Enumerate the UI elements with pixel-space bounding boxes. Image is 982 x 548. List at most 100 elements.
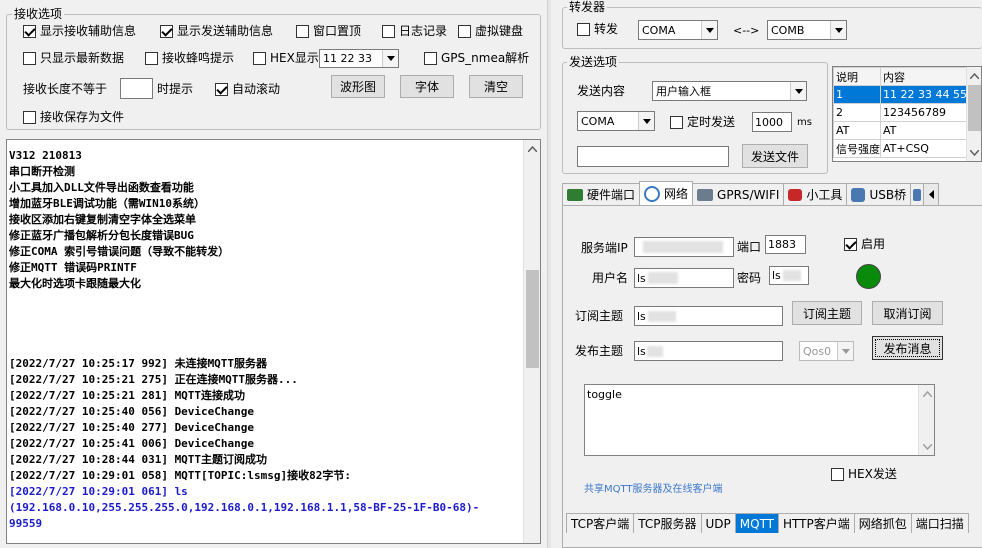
tab-more[interactable] xyxy=(910,183,925,205)
subscribe-button[interactable]: 订阅主题 xyxy=(792,301,862,325)
clear-button[interactable]: 清空 xyxy=(469,75,523,98)
chevron-left-icon xyxy=(929,190,935,199)
forwarder-legend: 转发器 xyxy=(567,0,608,14)
table-row[interactable]: 1 11 22 33 44 55 xyxy=(833,85,968,104)
pub-topic-input[interactable]: ls xyxy=(634,341,783,361)
log-line: 修正MQTT 错误码PRINTF xyxy=(9,261,137,274)
virtual-keyboard-checkbox[interactable]: 虚拟键盘 xyxy=(458,24,523,38)
password-input[interactable]: ls xyxy=(769,266,809,285)
wifi-icon xyxy=(697,188,714,201)
server-ip-input[interactable] xyxy=(634,237,734,257)
table-row[interactable]: AT AT xyxy=(833,121,968,140)
tab-port-scan[interactable]: 端口扫描 xyxy=(910,513,969,533)
redacted-value xyxy=(643,241,723,253)
forward-checkbox[interactable]: 转发 xyxy=(577,22,618,36)
chevron-down-icon xyxy=(830,21,846,39)
scroll-up-icon[interactable] xyxy=(919,385,935,402)
log-line: [2022/7/27 10:29:01 058] MQTT[TOPIC:lsms… xyxy=(9,469,352,482)
waveform-button[interactable]: 波形图 xyxy=(331,75,385,98)
scroll-down-icon[interactable] xyxy=(919,438,935,455)
gps-parse-checkbox[interactable]: GPS_nmea解析 xyxy=(424,51,529,65)
log-line: [2022/7/27 10:25:41 006] DeviceChange xyxy=(9,437,255,450)
pane-divider[interactable] xyxy=(547,0,551,548)
auto-scroll-checkbox[interactable]: 自动滚动 xyxy=(215,82,280,96)
redacted-value xyxy=(646,345,663,357)
tab-scroll-left[interactable] xyxy=(923,183,940,205)
scroll-down-icon[interactable] xyxy=(967,144,981,161)
shared-server-link[interactable]: 共享MQTT服务器及在线客户端 xyxy=(584,483,723,497)
log-line: 最大化时选项卡跟随最大化 xyxy=(9,277,141,290)
tab-tcp-server[interactable]: TCP服务器 xyxy=(633,513,702,533)
log-line: 修正蓝牙广播包解析分包长度错误BUG xyxy=(9,229,194,242)
qos-select[interactable]: Qos0 xyxy=(799,341,854,361)
rx-length-label: 接收长度不等于 xyxy=(23,82,108,96)
show-latest-only-checkbox[interactable]: 只显示最新数据 xyxy=(23,51,124,65)
send-file-button[interactable]: 发送文件 xyxy=(742,144,808,168)
tab-tcp-client[interactable]: TCP客户端 xyxy=(566,513,635,533)
log-line: [2022/7/27 10:28:44 031] MQTT主题订阅成功 xyxy=(9,453,268,466)
forward-right-port-select[interactable]: COMB xyxy=(767,20,847,40)
pub-topic-label: 发布主题 xyxy=(575,344,624,358)
message-textarea[interactable]: toggle xyxy=(584,384,935,456)
show-tx-info-checkbox[interactable]: 显示发送辅助信息 xyxy=(160,24,273,38)
scroll-up-icon[interactable] xyxy=(967,67,981,84)
send-file-path-input[interactable] xyxy=(577,146,729,167)
tab-usb-bridge[interactable]: USB桥 xyxy=(846,183,912,205)
tab-packet-capture[interactable]: 网络抓包 xyxy=(853,513,912,533)
tab-udp[interactable]: UDP xyxy=(700,513,736,533)
hex-format-select[interactable]: 11 22 33 xyxy=(319,49,399,68)
port-input[interactable]: 1883 xyxy=(765,235,806,254)
column-header-desc: 说明 xyxy=(833,67,881,86)
send-content-label: 发送内容 xyxy=(577,84,626,98)
table-scrollbar[interactable] xyxy=(966,67,981,161)
hex-send-checkbox[interactable]: HEX发送 xyxy=(831,467,897,481)
command-table[interactable]: 说明 内容 1 11 22 33 44 55 2 123456789 AT AT 信号… xyxy=(832,66,982,162)
send-port-select[interactable]: COMA xyxy=(577,111,655,131)
connection-status-indicator xyxy=(856,264,881,289)
tab-mqtt[interactable]: MQTT xyxy=(734,513,780,533)
show-rx-info-checkbox[interactable]: 显示接收辅助信息 xyxy=(23,24,136,38)
username-input[interactable]: ls xyxy=(634,268,734,288)
message-scrollbar[interactable] xyxy=(918,385,934,455)
log-line: [2022/7/27 10:25:17 992] 未连接MQTT服务器 xyxy=(9,357,268,370)
table-header: 说明 内容 xyxy=(833,67,968,86)
sub-topic-input[interactable]: ls xyxy=(634,306,783,326)
tab-http-client[interactable]: HTTP客户端 xyxy=(778,513,855,533)
tab-hardware-port[interactable]: 硬件端口 xyxy=(562,183,641,205)
hex-show-checkbox[interactable]: HEX显示 xyxy=(253,51,319,65)
scroll-thumb[interactable] xyxy=(526,270,539,368)
window-top-checkbox[interactable]: 窗口置顶 xyxy=(296,24,361,38)
log-line: [2022/7/27 10:29:01 061] ls xyxy=(9,485,188,498)
save-to-file-checkbox[interactable]: 接收保存为文件 xyxy=(23,110,124,124)
log-scrollbar[interactable] xyxy=(523,140,540,543)
tab-tools[interactable]: 小工具 xyxy=(783,183,848,205)
scroll-up-icon[interactable] xyxy=(524,140,540,157)
table-row[interactable]: 信号强度 AT+CSQ xyxy=(833,139,968,158)
rx-length-input[interactable] xyxy=(120,78,153,99)
unsubscribe-button[interactable]: 取消订阅 xyxy=(872,301,943,325)
rx-beep-checkbox[interactable]: 接收蜂鸣提示 xyxy=(145,51,234,65)
log-line: 小工具加入DLL文件导出函数查看功能 xyxy=(9,181,194,194)
publish-button[interactable]: 发布消息 xyxy=(872,336,943,360)
column-header-content: 内容 xyxy=(880,67,968,86)
enable-checkbox[interactable]: 启用 xyxy=(844,237,885,251)
tab-network[interactable]: 网络 xyxy=(639,181,694,205)
send-content-select[interactable]: 用户输入框 xyxy=(652,81,807,101)
log-line: [2022/7/27 10:25:40 056] DeviceChange xyxy=(9,405,255,418)
password-label: 密码 xyxy=(737,271,762,285)
log-line: [2022/7/27 10:25:40 277] DeviceChange xyxy=(9,421,255,434)
forward-left-port-select[interactable]: COMA xyxy=(638,20,718,40)
font-button[interactable]: 字体 xyxy=(400,75,454,98)
tab-gprs-wifi[interactable]: GPRS/WIFI xyxy=(692,183,785,205)
timer-unit-label: ms xyxy=(797,117,812,128)
receive-log[interactable]: V312 210813 串口断开检测 小工具加入DLL文件导出函数查看功能 增加蓝牙B… xyxy=(6,139,541,544)
timer-send-checkbox[interactable]: 定时发送 xyxy=(670,115,735,129)
log-line: (192.168.0.10,255.255.255.0,192.168.0.1,… xyxy=(9,501,480,514)
scroll-thumb[interactable] xyxy=(968,85,981,131)
log-record-checkbox[interactable]: 日志记录 xyxy=(382,24,447,38)
table-row[interactable]: 2 123456789 xyxy=(833,103,968,122)
timer-interval-input[interactable]: 1000 xyxy=(752,112,792,132)
